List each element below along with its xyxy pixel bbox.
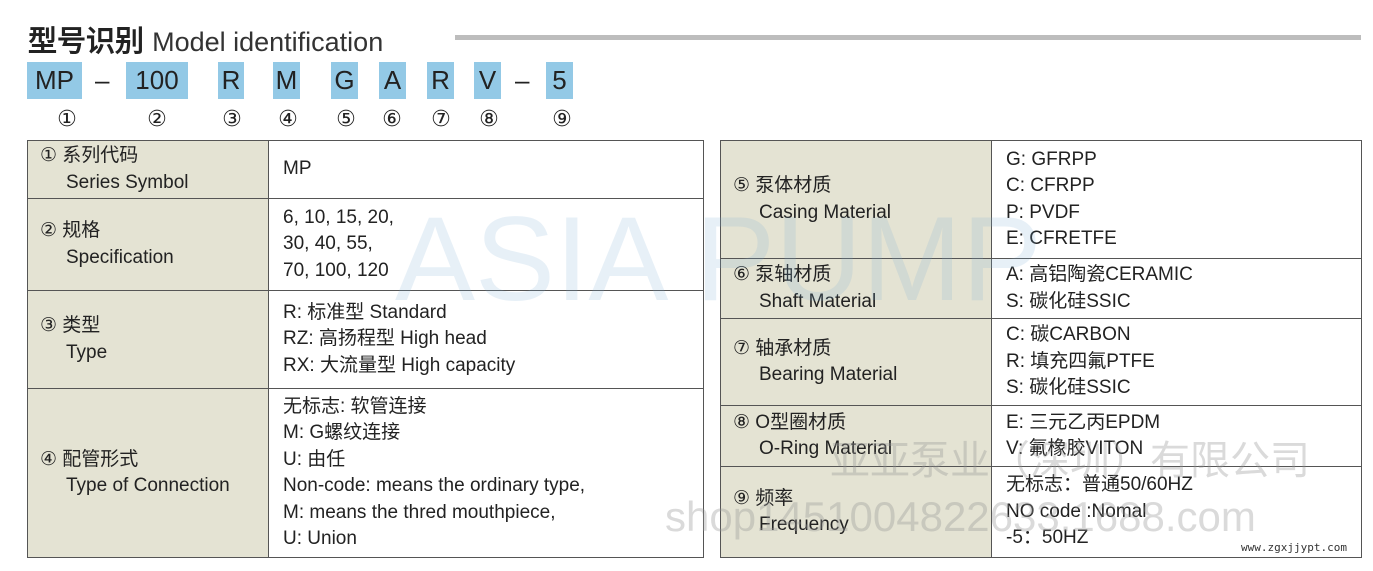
label-en: Frequency	[759, 514, 849, 535]
row-label: ③ 类型 Type	[27, 290, 269, 389]
value-line: 无标志: 软管连接	[283, 395, 427, 417]
segment-number: ⑥	[382, 106, 402, 131]
value-line: V: 氟橡胶VITON	[1006, 438, 1144, 459]
title-en: Model identification	[152, 27, 384, 57]
code-segment: M	[273, 62, 300, 99]
value-line: 30, 40, 55,	[283, 233, 373, 255]
label-cn: ⑤ 泵体材质	[733, 175, 832, 196]
page-title: 型号识别 Model identification	[28, 18, 383, 60]
table-row: ① 系列代码 Series Symbol MP	[27, 140, 704, 199]
code-segment: R	[427, 62, 454, 99]
label-en: O-Ring Material	[759, 438, 893, 459]
label-en: Casing Material	[759, 201, 891, 223]
row-label: ⑤ 泵体材质 Casing Material	[720, 140, 992, 259]
row-label: ⑦ 轴承材质 Bearing Material	[720, 318, 992, 406]
right-table: ⑤ 泵体材质 Casing Material G: GFRPP C: CFRPP P: …	[720, 140, 1362, 558]
code-segment: R	[218, 62, 244, 99]
label-en: Type of Connection	[66, 475, 230, 496]
table-row: ③ 类型 Type R: 标准型 Standard RZ: 高扬程型 High hea…	[27, 290, 704, 389]
segment-number: ⑧	[479, 106, 499, 131]
code-segment: G	[331, 62, 358, 99]
value-line: MP	[283, 158, 312, 180]
label-cn: ③ 类型	[40, 315, 101, 336]
segment-number: ①	[57, 106, 77, 131]
row-label: ⑨ 频率 Frequency	[720, 466, 992, 558]
value-line: U: 由任	[283, 448, 346, 470]
row-values: A: 高铝陶瓷CERAMIC S: 碳化硅SSIC	[991, 258, 1362, 319]
table-row: ④ 配管形式 Type of Connection 无标志: 软管连接 M: G螺纹连…	[27, 388, 704, 558]
row-values: R: 标准型 Standard RZ: 高扬程型 High head RX: 大流量…	[268, 290, 704, 389]
label-en: Bearing Material	[759, 364, 898, 385]
row-label: ⑥ 泵轴材质 Shaft Material	[720, 258, 992, 319]
value-line: 6, 10, 15, 20,	[283, 206, 394, 228]
value-line: U: Union	[283, 528, 357, 549]
label-en: Shaft Material	[759, 290, 877, 312]
value-line: C: 碳CARBON	[1006, 324, 1131, 346]
table-row: ⑧ O型圈材质 O-Ring Material E: 三元乙丙EPDM V: 氟橡胶V…	[720, 405, 1362, 467]
table-row: ② 规格 Specification 6, 10, 15, 20, 30, 40, 5…	[27, 198, 704, 291]
value-line: RZ: 高扬程型 High head	[283, 328, 487, 350]
value-line: R: 标准型 Standard	[283, 301, 447, 323]
value-line: R: 填充四氟PTFE	[1006, 350, 1155, 372]
row-label: ⑧ O型圈材质 O-Ring Material	[720, 405, 992, 467]
table-row: ⑥ 泵轴材质 Shaft Material A: 高铝陶瓷CERAMIC S: 碳化硅…	[720, 258, 1362, 319]
value-line: 70, 100, 120	[283, 259, 389, 281]
label-cn: ⑧ O型圈材质	[733, 411, 847, 433]
label-cn: ① 系列代码	[40, 145, 139, 166]
value-line: M: means the thred mouthpiece,	[283, 501, 556, 523]
code-segment: A	[379, 62, 406, 99]
label-cn: ⑨ 频率	[733, 487, 794, 509]
label-cn: ④ 配管形式	[40, 448, 139, 470]
code-segment: 100	[126, 62, 188, 99]
label-en: Series Symbol	[66, 171, 189, 193]
left-table: ① 系列代码 Series Symbol MP ② 规格 Specification 6,…	[27, 140, 704, 558]
row-values: C: 碳CARBON R: 填充四氟PTFE S: 碳化硅SSIC	[991, 318, 1362, 406]
code-segment: 5	[546, 62, 573, 99]
code-segment: MP	[27, 62, 82, 99]
table-row: ⑦ 轴承材质 Bearing Material C: 碳CARBON R: 填充四氟P…	[720, 318, 1362, 406]
dash: –	[95, 65, 110, 95]
value-line: G: GFRPP	[1006, 148, 1097, 170]
value-line: A: 高铝陶瓷CERAMIC	[1006, 264, 1193, 285]
row-values: G: GFRPP C: CFRPP P: PVDF E: CFRETFE	[991, 140, 1362, 259]
value-line: S: 碳化硅SSIC	[1006, 290, 1131, 312]
label-cn: ② 规格	[40, 220, 101, 241]
segment-number: ⑤	[336, 106, 356, 131]
row-label: ① 系列代码 Series Symbol	[27, 140, 269, 199]
value-line: S: 碳化硅SSIC	[1006, 377, 1131, 399]
label-cn: ⑥ 泵轴材质	[733, 264, 832, 285]
value-line: RX: 大流量型 High capacity	[283, 354, 516, 376]
site-url: www.zgxjjypt.com	[1241, 541, 1347, 554]
value-line: 无标志：普通50/60HZ	[1006, 474, 1193, 496]
segment-number: ②	[147, 106, 167, 131]
table-row: ⑤ 泵体材质 Casing Material G: GFRPP C: CFRPP P: …	[720, 140, 1362, 259]
row-label: ② 规格 Specification	[27, 198, 269, 291]
dash: –	[515, 65, 530, 95]
title-cn: 型号识别	[28, 26, 145, 58]
segment-number: ④	[278, 106, 298, 131]
value-line: M: G螺纹连接	[283, 422, 401, 443]
code-segment: V	[474, 62, 501, 99]
title-rule	[455, 35, 1361, 40]
row-values: 6, 10, 15, 20, 30, 40, 55, 70, 100, 120	[268, 198, 704, 291]
row-label: ④ 配管形式 Type of Connection	[27, 388, 269, 558]
segment-number: ⑦	[431, 106, 451, 131]
value-line: Non-code: means the ordinary type,	[283, 475, 586, 496]
value-line: C: CFRPP	[1006, 175, 1095, 196]
value-line: P: PVDF	[1006, 201, 1080, 223]
label-cn: ⑦ 轴承材质	[733, 337, 832, 359]
value-line: NO code :Nomal	[1006, 500, 1147, 522]
row-values: 无标志: 软管连接 M: G螺纹连接 U: 由任 Non-code: means th…	[268, 388, 704, 558]
label-en: Type	[66, 341, 108, 363]
value-line: E: 三元乙丙EPDM	[1006, 411, 1161, 433]
segment-number: ⑨	[552, 106, 572, 131]
segment-number: ③	[222, 106, 242, 131]
label-en: Specification	[66, 246, 174, 268]
value-line: E: CFRETFE	[1006, 228, 1117, 249]
row-values: E: 三元乙丙EPDM V: 氟橡胶VITON	[991, 405, 1362, 467]
row-values: MP	[268, 140, 704, 199]
